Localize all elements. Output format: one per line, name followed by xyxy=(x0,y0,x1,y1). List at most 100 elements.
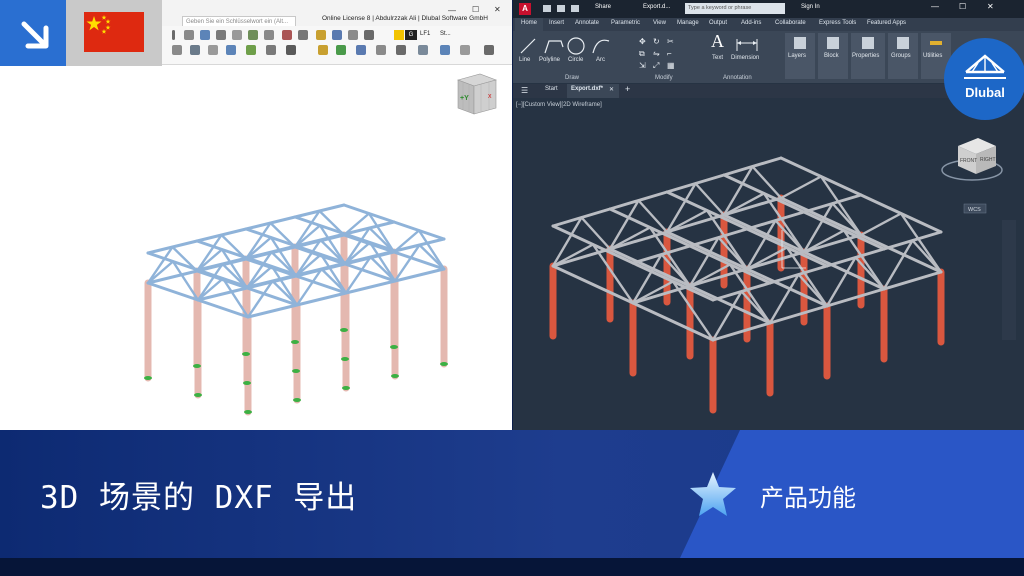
tab-annotate[interactable]: Annotate xyxy=(575,20,599,26)
stretch-icon[interactable]: ⇲ xyxy=(639,61,646,70)
arc-icon[interactable] xyxy=(592,39,610,54)
tab-add-ins[interactable]: Add-ins xyxy=(741,20,761,26)
tab-output[interactable]: Output xyxy=(709,20,727,26)
navigation-bar[interactable] xyxy=(1002,220,1016,340)
tab-collaborate[interactable]: Collaborate xyxy=(775,20,806,26)
toolbar-icon[interactable] xyxy=(460,45,470,55)
maximize-icon[interactable]: ☐ xyxy=(472,5,479,14)
tab-parametric[interactable]: Parametric xyxy=(611,20,640,26)
line-icon[interactable] xyxy=(520,38,536,54)
hamburger-icon[interactable]: ☰ xyxy=(521,86,528,95)
g-badge[interactable]: G xyxy=(405,30,417,40)
search-input[interactable]: Type a keyword or phrase xyxy=(685,3,785,14)
toolbar-icon[interactable] xyxy=(348,30,358,40)
tab-express-tools[interactable]: Express Tools xyxy=(819,20,856,26)
tab-manage[interactable]: Manage xyxy=(677,20,699,26)
minimize-icon[interactable]: — xyxy=(931,2,939,11)
close-icon[interactable]: ✕ xyxy=(987,2,994,11)
stage-select[interactable]: St... xyxy=(440,31,451,37)
utilities-label: Utilities xyxy=(923,53,943,59)
line-tool-label[interactable]: Line xyxy=(519,57,530,63)
fillet-icon[interactable]: ⌐ xyxy=(667,49,672,58)
circle-tool-label[interactable]: Circle xyxy=(568,57,583,63)
layers-panel[interactable]: Layers xyxy=(785,33,815,79)
toolbar-icon[interactable] xyxy=(190,45,200,55)
start-tab[interactable]: Start xyxy=(545,86,558,92)
navigation-cube[interactable]: +Y x xyxy=(450,70,498,118)
dimension-icon[interactable] xyxy=(735,35,759,53)
export-dxf-tab[interactable]: Export.dxf* xyxy=(571,86,603,92)
groups-panel[interactable]: Groups xyxy=(888,33,918,79)
annotation-group-label[interactable]: Annotation xyxy=(723,75,752,81)
autocad-logo-icon[interactable]: A xyxy=(519,3,531,15)
toolbar-icon[interactable] xyxy=(246,45,256,55)
circle-icon[interactable] xyxy=(567,37,585,55)
array-icon[interactable]: ▦ xyxy=(667,61,675,70)
arc-tool-label[interactable]: Arc xyxy=(596,57,605,63)
toolbar-icon[interactable] xyxy=(332,30,342,40)
dimension-tool-label[interactable]: Dimension xyxy=(731,55,759,61)
save-icon[interactable] xyxy=(557,5,565,12)
plus-icon[interactable]: + xyxy=(625,84,630,94)
toolbar-icon[interactable] xyxy=(184,30,194,40)
tab-featured-apps[interactable]: Featured Apps xyxy=(867,20,906,26)
toolbar-icon[interactable] xyxy=(286,45,296,55)
axis-x-label: x xyxy=(488,93,492,100)
properties-label: Properties xyxy=(852,53,880,59)
close-tab-icon[interactable]: ✕ xyxy=(609,86,614,93)
trim-icon[interactable]: ✂ xyxy=(667,37,674,46)
polyline-tool-label[interactable]: Polyline xyxy=(539,57,560,63)
sign-in-button[interactable]: Sign In xyxy=(801,4,820,10)
minimize-icon[interactable]: — xyxy=(448,6,456,15)
toolbar-icon[interactable] xyxy=(248,30,258,40)
print-icon[interactable] xyxy=(571,5,579,12)
scale-icon[interactable]: ⤢ xyxy=(653,61,659,71)
toolbar-icon[interactable] xyxy=(298,30,308,40)
toolbar-icon[interactable] xyxy=(396,45,406,55)
tab-insert[interactable]: Insert xyxy=(549,20,564,26)
toolbar-icon[interactable] xyxy=(484,45,494,55)
tab-view[interactable]: View xyxy=(653,20,666,26)
drawing-area[interactable]: FRONT RIGHT WCS xyxy=(513,98,1024,430)
polyline-icon[interactable] xyxy=(544,40,564,54)
toolbar-icon[interactable] xyxy=(440,45,450,55)
block-panel[interactable]: Block xyxy=(818,33,848,79)
toolbar-icon[interactable] xyxy=(232,30,242,40)
text-icon[interactable]: A xyxy=(711,31,724,52)
draw-group-label[interactable]: Draw xyxy=(565,75,579,81)
load-case-select[interactable]: LF1 xyxy=(420,31,430,37)
toolbar-icon[interactable] xyxy=(226,45,236,55)
wcs-label[interactable]: WCS xyxy=(968,207,981,213)
toolbar-icon[interactable] xyxy=(266,45,276,55)
open-icon[interactable] xyxy=(543,5,551,12)
copy-icon[interactable]: ⧉ xyxy=(639,49,645,59)
toolbar-icon[interactable] xyxy=(216,30,226,40)
toolbar-icon[interactable] xyxy=(172,30,175,40)
front-face-label[interactable]: FRONT xyxy=(960,158,977,164)
toolbar-icon[interactable] xyxy=(208,45,218,55)
view-cube[interactable]: FRONT RIGHT xyxy=(941,138,1003,181)
toolbar-icon[interactable] xyxy=(282,30,292,40)
right-face-label[interactable]: RIGHT xyxy=(980,157,996,163)
toolbar-icon[interactable] xyxy=(200,30,210,40)
close-icon[interactable]: ✕ xyxy=(494,5,501,14)
toolbar-icon[interactable] xyxy=(318,45,328,55)
toolbar-icon[interactable] xyxy=(172,45,182,55)
rotate-icon[interactable]: ↻ xyxy=(653,37,660,46)
modify-group-label[interactable]: Modify xyxy=(655,75,673,81)
toolbar-icon[interactable] xyxy=(418,45,428,55)
share-button[interactable]: Share xyxy=(595,4,611,10)
model-viewport[interactable] xyxy=(0,64,512,430)
maximize-icon[interactable]: ☐ xyxy=(959,2,966,11)
tab-home[interactable]: Home xyxy=(521,20,537,26)
toolbar-icon[interactable] xyxy=(264,30,274,40)
mirror-icon[interactable]: ⇋ xyxy=(653,49,660,58)
toolbar-icon[interactable] xyxy=(336,45,346,55)
toolbar-icon[interactable] xyxy=(316,30,326,40)
toolbar-icon[interactable] xyxy=(364,30,374,40)
properties-panel[interactable]: Properties xyxy=(851,33,885,79)
text-tool-label[interactable]: Text xyxy=(712,55,723,61)
toolbar-icon[interactable] xyxy=(356,45,366,55)
toolbar-icon[interactable] xyxy=(376,45,386,55)
move-icon[interactable]: ✥ xyxy=(639,37,646,46)
